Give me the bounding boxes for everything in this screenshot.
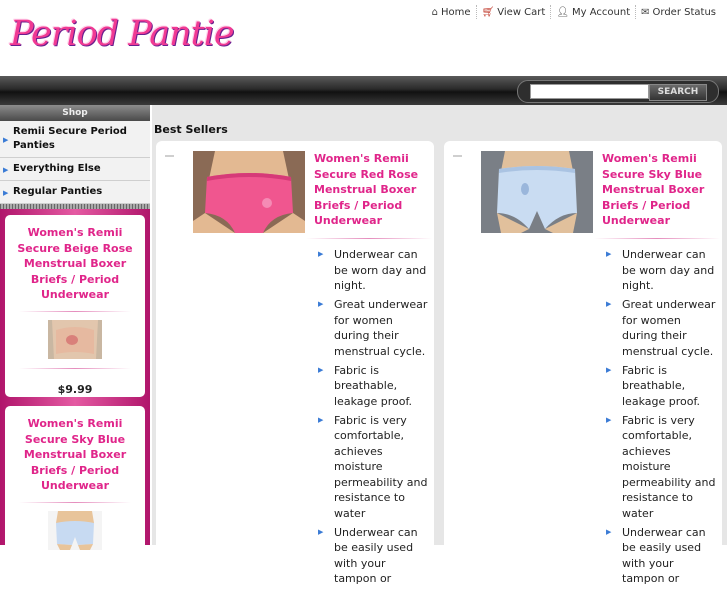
feature-text: Underwear can be worn day and night. bbox=[622, 248, 715, 292]
side-product-card[interactable]: Women's Remii Secure Beige Rose Menstrua… bbox=[5, 215, 145, 397]
product-card: Women's Remii Secure Red Rose Menstrual … bbox=[156, 141, 434, 585]
menu-item-everything-else[interactable]: ▶ Everything Else bbox=[0, 158, 150, 181]
view-cart-link[interactable]: 🛒︎ View Cart bbox=[475, 5, 551, 19]
side-product-image[interactable] bbox=[48, 319, 102, 359]
feature-text: Underwear can be easily used with your t… bbox=[334, 525, 418, 586]
side-product-price: $9.99 bbox=[57, 382, 93, 396]
divider bbox=[19, 310, 131, 312]
side-product-title[interactable]: Women's Remii Secure Beige Rose Menstrua… bbox=[11, 225, 139, 303]
product-title[interactable]: Women's Remii Secure Red Rose Menstrual … bbox=[314, 151, 426, 229]
feature-text: Underwear can be easily used with your t… bbox=[622, 525, 706, 586]
sidebar: Shop ▶ Remii Secure Period Panties ▶ Eve… bbox=[0, 105, 150, 556]
menu-item-label: Remii Secure Period Panties bbox=[13, 126, 127, 151]
view-cart-label: View Cart bbox=[497, 6, 546, 18]
side-product-title[interactable]: Women's Remii Secure Sky Blue Menstrual … bbox=[11, 416, 139, 494]
feature-item: ▶ Fabric is breathable, leakage proof. bbox=[602, 363, 718, 410]
bullet-arrow-icon: ▶ bbox=[3, 189, 9, 197]
divider bbox=[306, 238, 432, 239]
search-box: SEARCH bbox=[517, 80, 719, 103]
home-icon: ⌂ bbox=[431, 6, 439, 18]
best-sellers-heading: Best Sellers bbox=[154, 123, 228, 136]
main-content: Best Sellers Women's Remii Secure Red Ro… bbox=[152, 105, 727, 585]
feature-text: Underwear can be worn day and night. bbox=[334, 248, 427, 292]
side-product-card[interactable]: Women's Remii Secure Sky Blue Menstrual … bbox=[5, 406, 145, 556]
bullet-arrow-icon: ▶ bbox=[3, 166, 9, 174]
bullet-arrow-icon: ▶ bbox=[318, 250, 324, 258]
feature-item: ▶ Underwear can be easily used with your … bbox=[602, 525, 718, 587]
header: Period Pantie ⌂ Home 🛒︎ View Cart 👤︎ My … bbox=[0, 0, 727, 76]
nav-bar: SEARCH bbox=[0, 76, 727, 105]
site-logo[interactable]: Period Pantie bbox=[10, 14, 235, 54]
feature-item: ▶ Great underwear for women during their … bbox=[602, 297, 718, 359]
feature-list: ▶ Underwear can be worn day and night. ▶ G… bbox=[314, 247, 430, 590]
order-status-label: Order Status bbox=[652, 6, 716, 18]
menu-item-label: Regular Panties bbox=[13, 186, 103, 197]
feature-item: ▶ Great underwear for women during their … bbox=[314, 297, 430, 359]
feature-item: ▶ Fabric is very comfortable, achieves mo… bbox=[314, 413, 430, 522]
feature-text: Fabric is breathable, leakage proof. bbox=[622, 363, 701, 408]
my-account-label: My Account bbox=[572, 6, 631, 18]
product-image[interactable] bbox=[481, 151, 593, 233]
divider bbox=[19, 367, 131, 369]
bullet-arrow-icon: ▶ bbox=[318, 527, 324, 536]
feature-text: Fabric is breathable, leakage proof. bbox=[334, 363, 413, 408]
cart-icon: 🛒︎ bbox=[481, 6, 495, 18]
feature-text: Great underwear for women during their m… bbox=[334, 298, 428, 358]
bullet-arrow-icon: ▶ bbox=[606, 300, 612, 308]
feature-text: Fabric is very comfortable, achieves moi… bbox=[334, 413, 428, 520]
order-status-link[interactable]: ✉ Order Status bbox=[635, 5, 721, 19]
feature-item: ▶ Fabric is breathable, leakage proof. bbox=[314, 363, 430, 410]
menu-item-regular-panties[interactable]: ▶ Regular Panties bbox=[0, 181, 150, 204]
side-product-image[interactable] bbox=[48, 510, 102, 550]
feature-item: ▶ Underwear can be easily used with your … bbox=[314, 525, 430, 587]
home-link-label: Home bbox=[441, 6, 471, 18]
feature-item: ▶ Fabric is very comfortable, achieves mo… bbox=[602, 413, 718, 522]
feature-item: ▶ Underwear can be worn day and night. bbox=[602, 247, 718, 294]
divider bbox=[19, 501, 131, 503]
shop-heading: Shop bbox=[0, 105, 150, 121]
top-links: ⌂ Home 🛒︎ View Cart 👤︎ My Account ✉ Orde… bbox=[427, 5, 721, 19]
bullet-arrow-icon: ▶ bbox=[318, 300, 324, 308]
bullet-arrow-icon: ▶ bbox=[606, 250, 612, 258]
menu-item-label: Everything Else bbox=[13, 163, 101, 174]
product-title[interactable]: Women's Remii Secure Sky Blue Menstrual … bbox=[602, 151, 714, 229]
feature-text: Great underwear for women during their m… bbox=[622, 298, 716, 358]
home-link[interactable]: ⌂ Home bbox=[427, 5, 476, 19]
divider bbox=[594, 238, 720, 239]
shop-menu: ▶ Remii Secure Period Panties ▶ Everythi… bbox=[0, 121, 150, 204]
my-account-link[interactable]: 👤︎ My Account bbox=[550, 5, 635, 19]
collapse-marker bbox=[165, 155, 174, 157]
bullet-arrow-icon: ▶ bbox=[606, 415, 612, 424]
menu-item-remii-secure[interactable]: ▶ Remii Secure Period Panties bbox=[0, 121, 150, 158]
search-input[interactable] bbox=[530, 84, 649, 99]
feature-text: Fabric is very comfortable, achieves moi… bbox=[622, 413, 716, 520]
bullet-arrow-icon: ▶ bbox=[606, 527, 612, 536]
search-button[interactable]: SEARCH bbox=[649, 84, 707, 101]
collapse-marker bbox=[453, 155, 462, 157]
feature-item: ▶ Underwear can be worn day and night. bbox=[314, 247, 430, 294]
feature-list: ▶ Underwear can be worn day and night. ▶ G… bbox=[602, 247, 718, 590]
account-icon: 👤︎ bbox=[556, 6, 570, 18]
product-card: Women's Remii Secure Sky Blue Menstrual … bbox=[444, 141, 722, 585]
bullet-arrow-icon: ▶ bbox=[3, 136, 9, 144]
bullet-arrow-icon: ▶ bbox=[318, 415, 324, 424]
bullet-arrow-icon: ▶ bbox=[606, 365, 612, 374]
product-image[interactable] bbox=[193, 151, 305, 233]
sidebar-divider bbox=[0, 204, 150, 209]
envelope-icon: ✉ bbox=[641, 6, 650, 18]
bullet-arrow-icon: ▶ bbox=[318, 365, 324, 374]
